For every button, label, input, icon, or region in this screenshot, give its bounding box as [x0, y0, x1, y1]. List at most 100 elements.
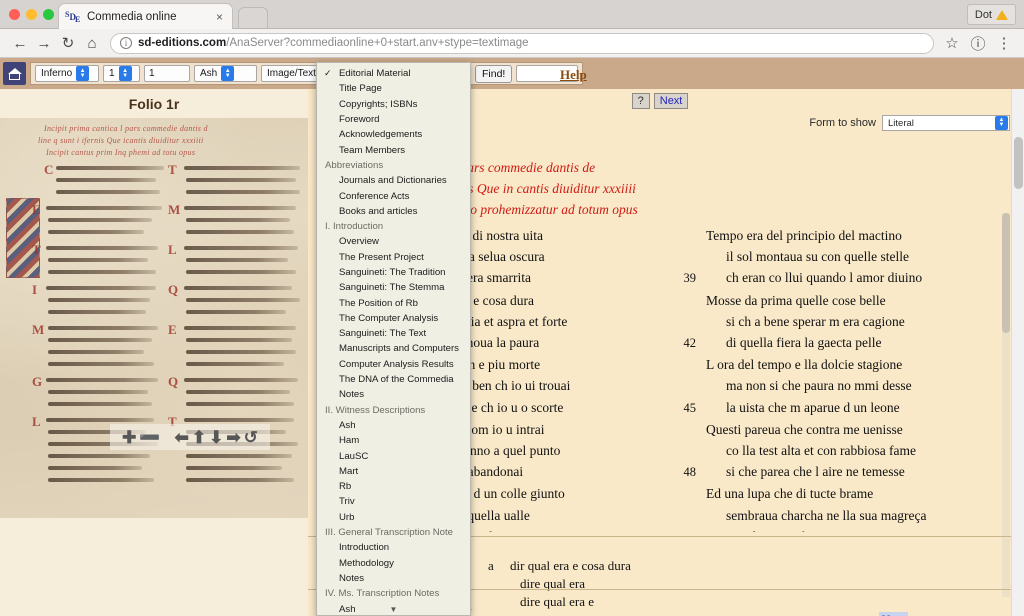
home-icon[interactable]: ⌂: [80, 31, 104, 55]
line-input[interactable]: 1: [144, 65, 190, 82]
dropdown-item[interactable]: I. Introduction: [317, 219, 470, 234]
dropdown-item-label: Journals and Dictionaries: [339, 175, 447, 187]
dropdown-item-label: Sanguineti: The Stemma: [339, 282, 445, 294]
canto-select[interactable]: 1 ▲ ▼: [103, 65, 140, 82]
pan-up-icon[interactable]: ⬆: [192, 429, 206, 446]
back-icon[interactable]: ←: [8, 31, 32, 55]
dropdown-item[interactable]: Sanguineti: The Stemma: [317, 280, 470, 295]
volume-select[interactable]: Inferno ▲ ▼: [35, 65, 99, 82]
chevron-updown-icon: ▲▼: [118, 66, 132, 81]
minimize-window-button[interactable]: [26, 9, 37, 20]
maximize-window-button[interactable]: [43, 9, 54, 20]
dropdown-item-label: I. Introduction: [325, 221, 384, 233]
dropdown-item-label: Editorial Material: [339, 68, 411, 80]
dropdown-item[interactable]: Foreword: [317, 112, 470, 127]
dropdown-item[interactable]: Computer Analysis Results: [317, 357, 470, 372]
site-home-button[interactable]: [3, 62, 26, 85]
dropdown-item[interactable]: Abbreviations: [317, 158, 470, 173]
manuscript-panel-footer: [0, 518, 308, 616]
dropdown-item-label: Mart: [339, 465, 359, 477]
new-tab-button[interactable]: [238, 7, 268, 28]
info-circle-icon[interactable]: ⓘ: [966, 31, 990, 55]
page-scrollbar[interactable]: [1011, 89, 1024, 616]
dropdown-item[interactable]: The Present Project: [317, 250, 470, 265]
dropdown-item[interactable]: Triv: [317, 494, 470, 509]
address-bar[interactable]: i sd-editions.com/AnaServer?commediaonli…: [110, 32, 934, 54]
dropdown-item-label: The Present Project: [339, 251, 424, 263]
reload-icon[interactable]: ↻: [56, 31, 80, 55]
forward-icon[interactable]: →: [32, 31, 56, 55]
dropdown-item[interactable]: Methodology: [317, 556, 470, 571]
form-to-show-label: Form to show: [809, 117, 876, 129]
dropdown-item[interactable]: II. Witness Descriptions: [317, 403, 470, 418]
dropdown-item[interactable]: Manuscripts and Computers: [317, 341, 470, 356]
dropdown-scroll-down-icon[interactable]: ▼: [317, 605, 470, 614]
apparatus-next-link[interactable]: Next: [878, 612, 908, 616]
ms-rubric-line: Incipit cantus prim Inq phemi ad totu op…: [46, 148, 196, 157]
dropdown-item[interactable]: Ash: [317, 418, 470, 433]
pan-down-icon[interactable]: ⬇: [209, 429, 223, 446]
dropdown-item-label: The DNA of the Commedia: [339, 374, 454, 386]
folio-label: Folio 1r: [0, 89, 308, 118]
dropdown-item[interactable]: Copyrights; ISBNs: [317, 97, 470, 112]
pan-right-icon[interactable]: ➡: [226, 429, 240, 446]
dropdown-item[interactable]: The Computer Analysis: [317, 311, 470, 326]
dropdown-item[interactable]: Books and articles: [317, 204, 470, 219]
browser-menu-icon[interactable]: ⋮: [992, 31, 1016, 55]
site-info-icon[interactable]: i: [120, 37, 132, 49]
bookmark-star-icon[interactable]: ☆: [940, 31, 964, 55]
close-tab-icon[interactable]: ×: [213, 10, 226, 24]
dropdown-item[interactable]: Introduction: [317, 540, 470, 555]
dropdown-item[interactable]: LauSC: [317, 448, 470, 463]
dropdown-item[interactable]: III. General Transcription Note: [317, 525, 470, 540]
dropdown-item[interactable]: Journals and Dictionaries: [317, 173, 470, 188]
form-to-show-select[interactable]: Literal ▲ ▼: [882, 115, 1010, 131]
dropdown-item[interactable]: The Position of Rb: [317, 295, 470, 310]
chevron-updown-icon: ▲▼: [221, 66, 235, 81]
reset-rotate-icon[interactable]: ↺: [244, 429, 258, 446]
witness-select[interactable]: Ash ▲ ▼: [194, 65, 257, 82]
line-input-value: 1: [149, 68, 155, 79]
dropdown-item-label: Notes: [339, 572, 365, 584]
dropdown-item[interactable]: The DNA of the Commedia: [317, 372, 470, 387]
dropdown-item-label: Conference Acts: [339, 190, 410, 202]
dropdown-item[interactable]: Sanguineti: The Tradition: [317, 265, 470, 280]
dropdown-item[interactable]: Conference Acts: [317, 188, 470, 203]
dropdown-item[interactable]: Urb: [317, 510, 470, 525]
text-inner-scroll-thumb[interactable]: [1002, 213, 1010, 333]
verse-row: il sol montaua su con quelle stelle: [726, 249, 909, 265]
image-navigation-controls[interactable]: ✚ ➖ ⬅ ⬆ ⬇ ➡ ↺: [110, 424, 270, 450]
browser-window: S D E Commedia online × Dot ← → ↻ ⌂ i sd…: [0, 0, 1024, 616]
dropdown-item[interactable]: Title Page: [317, 81, 470, 96]
dropdown-item[interactable]: Rb: [317, 479, 470, 494]
find-button[interactable]: Find!: [475, 64, 513, 83]
dropdown-item[interactable]: Overview: [317, 234, 470, 249]
help-button[interactable]: ?: [631, 93, 650, 109]
dropdown-item[interactable]: Mart: [317, 464, 470, 479]
dropdown-item[interactable]: Team Members: [317, 142, 470, 157]
browser-tab[interactable]: S D E Commedia online ×: [58, 3, 233, 29]
dropdown-item[interactable]: Notes: [317, 571, 470, 586]
dropdown-item[interactable]: Notes: [317, 387, 470, 402]
browser-toolbar: ← → ↻ ⌂ i sd-editions.com/AnaServer?comm…: [0, 29, 1024, 58]
manuscript-image[interactable]: Incipit prima cantica l pars commedie da…: [0, 118, 308, 518]
zoom-out-icon[interactable]: ➖: [139, 429, 160, 446]
pan-left-icon[interactable]: ⬅: [175, 429, 189, 446]
window-controls: [9, 9, 54, 20]
page-scroll-thumb[interactable]: [1014, 137, 1023, 189]
dropdown-item[interactable]: Acknowledgements: [317, 127, 470, 142]
profile-button[interactable]: Dot: [966, 4, 1016, 25]
editorial-material-dropdown[interactable]: ✓ Editorial Material Title Page Copyrights;…: [316, 62, 471, 616]
dropdown-item-label: Abbreviations: [325, 159, 384, 171]
dropdown-item[interactable]: IV. Ms. Transcription Notes: [317, 586, 470, 601]
tab-title: Commedia online: [87, 10, 177, 23]
dropdown-item[interactable]: Sanguineti: The Text: [317, 326, 470, 341]
zoom-in-icon[interactable]: ✚: [122, 429, 136, 446]
close-window-button[interactable]: [9, 9, 20, 20]
next-button[interactable]: Next: [653, 93, 689, 109]
help-link[interactable]: Help: [560, 67, 587, 83]
form-to-show-value: Literal: [888, 117, 914, 129]
dropdown-item[interactable]: Ham: [317, 433, 470, 448]
url-text: sd-editions.com/AnaServer?commediaonline…: [138, 37, 529, 49]
dropdown-item[interactable]: ✓ Editorial Material: [317, 66, 470, 81]
